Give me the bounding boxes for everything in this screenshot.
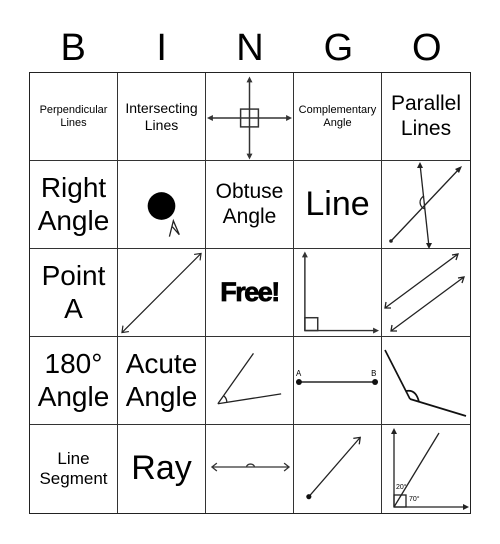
angle-label-20: 20° — [396, 483, 407, 491]
angle-label-70: 70° — [409, 495, 420, 503]
bingo-cell[interactable]: Line Segment — [30, 425, 118, 513]
point-a-diagram-icon — [147, 191, 180, 237]
bingo-cell[interactable] — [382, 337, 470, 425]
bingo-card-grid: Perpendicular Lines Intersecting Lines C… — [29, 72, 471, 514]
header-letter-i: I — [156, 27, 167, 69]
header-letter-g: G — [323, 27, 354, 69]
cell-label: Acute Angle — [125, 348, 198, 412]
cell-label: Intersecting Lines — [125, 100, 198, 133]
bingo-cell[interactable]: Line — [294, 161, 382, 249]
parallel-lines-diagram-icon — [384, 252, 465, 332]
bingo-cell[interactable]: Right Angle — [30, 161, 118, 249]
cell-label: Obtuse Angle — [215, 180, 284, 228]
bingo-cell[interactable] — [382, 249, 470, 337]
cell-label: Point A — [41, 260, 106, 324]
obtuse-angle-diagram-icon — [384, 349, 467, 417]
line-diagram-icon — [121, 252, 202, 333]
segment-endpoint-a-label: A — [296, 369, 302, 378]
bingo-cell[interactable]: Obtuse Angle — [206, 161, 294, 249]
bingo-cell[interactable]: Intersecting Lines — [118, 73, 206, 161]
bingo-cell[interactable]: Point A — [30, 249, 118, 337]
cell-label: Perpendicular Lines — [39, 103, 108, 129]
right-angle-diagram-icon — [301, 250, 380, 334]
bingo-cell[interactable] — [206, 425, 294, 513]
header-letter-n: N — [236, 27, 264, 69]
cell-label: Complementary Angle — [298, 103, 377, 129]
header-letter-b: B — [60, 27, 86, 69]
cell-label: Line — [305, 184, 370, 223]
bingo-cell[interactable]: 180° Angle — [30, 337, 118, 425]
bingo-cell[interactable]: 20° 70° — [382, 425, 470, 513]
bingo-cell[interactable] — [294, 249, 382, 337]
bingo-cell[interactable]: A B — [294, 337, 382, 425]
bingo-cell[interactable]: Ray — [118, 425, 206, 513]
bingo-cell-free-space[interactable]: Free! — [206, 249, 294, 337]
bingo-cell[interactable]: Acute Angle — [118, 337, 206, 425]
intersecting-lines-diagram-icon — [389, 161, 462, 248]
cell-label: Right Angle — [37, 172, 110, 236]
bingo-cell[interactable] — [294, 425, 382, 513]
bingo-header: B I N G O — [29, 24, 471, 72]
bingo-cell[interactable] — [206, 73, 294, 161]
bingo-cell[interactable] — [118, 249, 206, 337]
bingo-cell[interactable] — [118, 161, 206, 249]
bingo-cell[interactable] — [206, 337, 294, 425]
acute-angle-diagram-icon — [217, 352, 282, 404]
cell-label: Ray — [131, 449, 192, 488]
complementary-angle-diagram-icon: 20° 70° — [391, 428, 469, 510]
free-space-label: Free! — [220, 276, 281, 308]
perpendicular-lines-diagram-icon — [206, 75, 293, 160]
cell-label: 180° Angle — [37, 348, 110, 412]
ray-diagram-icon — [306, 436, 361, 500]
line-segment-diagram-icon: A B — [295, 369, 379, 385]
header-letter-o: O — [412, 27, 442, 69]
bingo-cell[interactable]: Perpendicular Lines — [30, 73, 118, 161]
cell-label: Parallel Lines — [390, 92, 462, 140]
segment-endpoint-b-label: B — [371, 369, 376, 378]
bingo-cell[interactable]: Parallel Lines — [382, 73, 470, 161]
bingo-cell[interactable]: Complementary Angle — [294, 73, 382, 161]
cell-label: Line Segment — [39, 449, 108, 488]
straight-angle-diagram-icon — [210, 462, 291, 472]
bingo-cell[interactable] — [382, 161, 470, 249]
